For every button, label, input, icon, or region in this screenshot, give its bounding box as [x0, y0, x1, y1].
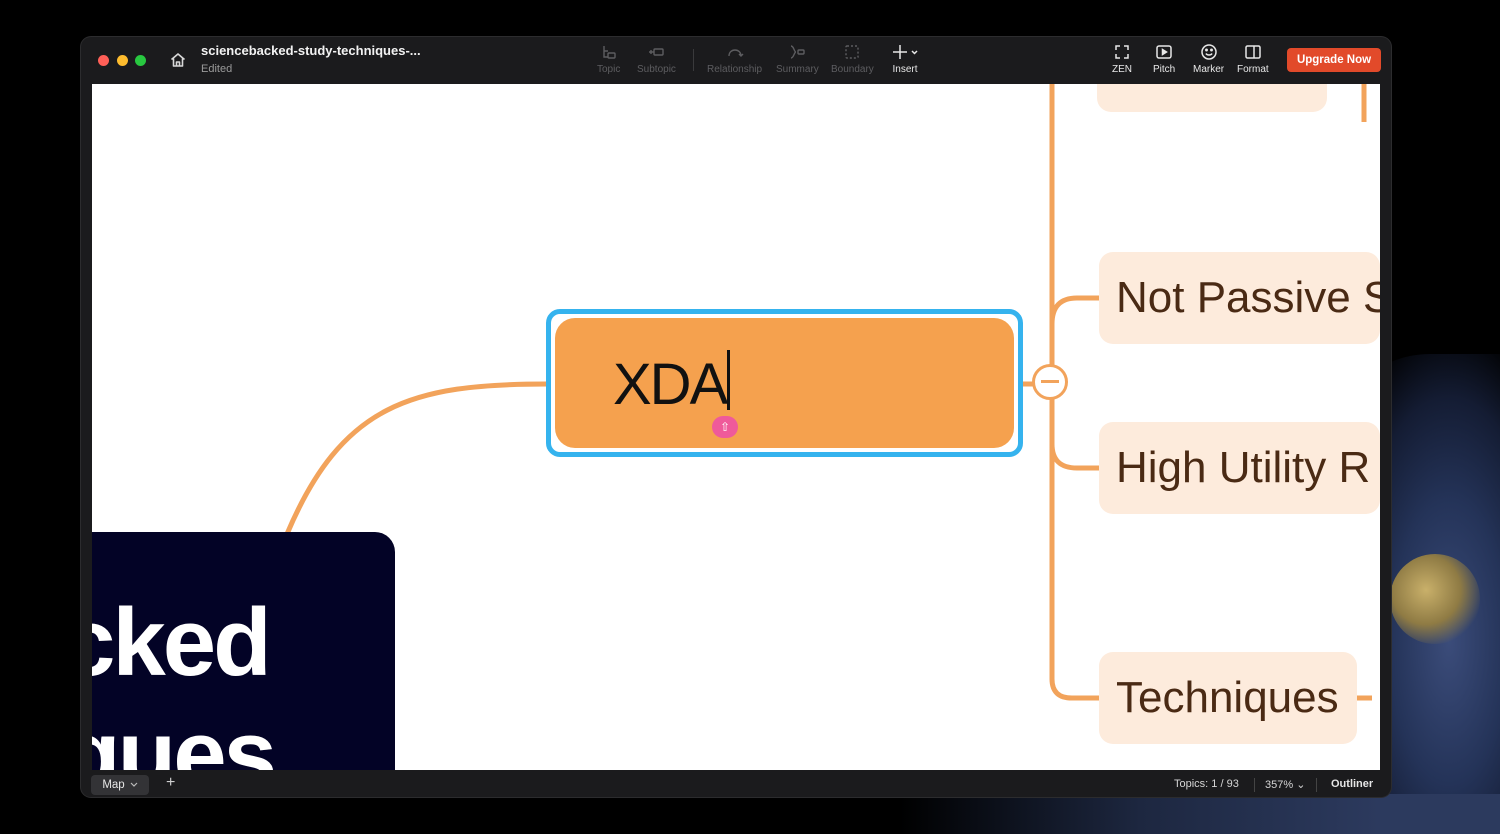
boundary-tool-button[interactable]: Boundary: [831, 43, 874, 75]
topic-text: XDA: [613, 352, 728, 417]
insert-menu-button[interactable]: Insert: [892, 43, 918, 75]
summary-tool-button[interactable]: Summary: [776, 43, 819, 75]
backdrop-floor: [900, 794, 1500, 834]
boundary-tool-label: Boundary: [831, 64, 874, 75]
fullscreen-icon: [1115, 45, 1129, 59]
topic-tool-button[interactable]: Topic: [597, 43, 620, 75]
upgrade-now-button[interactable]: Upgrade Now: [1287, 48, 1381, 72]
pitch-button[interactable]: Pitch: [1153, 43, 1175, 75]
document-title[interactable]: sciencebacked-study-techniques-...: [201, 43, 421, 58]
play-icon: [1156, 45, 1172, 59]
backdrop-decoration-highlight: [1390, 554, 1480, 644]
zoom-window-button[interactable]: [135, 55, 146, 66]
home-icon[interactable]: [169, 51, 187, 69]
summary-icon: [791, 45, 806, 59]
relationship-tool-label: Relationship: [707, 64, 763, 75]
subtopic-icon: [649, 48, 665, 56]
app-window: sciencebacked-study-techniques-... Edite…: [81, 37, 1391, 797]
marker-button[interactable]: Marker: [1193, 43, 1224, 75]
title-bar: sciencebacked-study-techniques-... Edite…: [81, 37, 1391, 84]
subtopic-node[interactable]: Techniques: [1099, 652, 1357, 744]
subtopic-node[interactable]: High Utility R: [1099, 422, 1380, 514]
zen-mode-label: ZEN: [1112, 64, 1132, 75]
plus-icon: [893, 45, 918, 59]
map-view-label: Map: [102, 779, 125, 791]
panel-icon: [1245, 45, 1261, 59]
drag-handle-icon[interactable]: ⇧: [712, 416, 738, 438]
selected-topic-node[interactable]: XDA: [555, 318, 1014, 448]
relationship-icon: [727, 49, 744, 57]
zoom-level: 357%: [1265, 779, 1294, 791]
central-topic-node[interactable]: cked ques: [92, 532, 395, 770]
subtopic-label: High Utility R: [1116, 443, 1371, 492]
topic-count: Topics: 1 / 93: [1174, 778, 1239, 790]
zen-mode-button[interactable]: ZEN: [1112, 43, 1132, 75]
format-panel-button[interactable]: Format: [1237, 43, 1269, 75]
status-divider: [1254, 778, 1255, 792]
document-status: Edited: [201, 63, 233, 75]
topic-tool-label: Topic: [597, 64, 621, 75]
zoom-level-dropdown[interactable]: 357% ⌄: [1265, 778, 1305, 791]
subtopic-tool-button[interactable]: Subtopic: [637, 43, 676, 75]
collapse-branch-button[interactable]: [1032, 364, 1068, 400]
status-bar: Map + Topics: 1 / 93 357% ⌄ Outliner: [81, 773, 1391, 797]
central-topic-line: cked: [92, 589, 272, 696]
format-panel-label: Format: [1237, 64, 1269, 75]
mind-map-canvas[interactable]: Not Passive S High Utility R Techniques …: [92, 84, 1380, 770]
status-divider: [1316, 778, 1317, 792]
subtopic-label: Not Passive S: [1116, 273, 1380, 322]
summary-tool-label: Summary: [776, 64, 819, 75]
subtopic-node-partial[interactable]: [1097, 84, 1327, 112]
topic-text-editor[interactable]: XDA: [613, 350, 731, 418]
topic-icon: [602, 46, 616, 59]
subtopic-tool-label: Subtopic: [637, 64, 676, 75]
text-cursor: [727, 350, 731, 410]
add-sheet-button[interactable]: +: [166, 774, 175, 792]
outliner-button[interactable]: Outliner: [1331, 778, 1373, 790]
boundary-icon: [845, 45, 860, 59]
relationship-tool-button[interactable]: Relationship: [707, 43, 762, 75]
subtopic-node[interactable]: Not Passive S: [1099, 252, 1380, 344]
marker-label: Marker: [1193, 64, 1225, 75]
smiley-icon: [1200, 44, 1217, 60]
chevron-down-icon: [130, 782, 138, 787]
toolbar-divider: [693, 49, 694, 71]
close-window-button[interactable]: [98, 55, 109, 66]
central-topic-text: cked ques: [92, 587, 277, 770]
subtopic-label: Techniques: [1116, 673, 1339, 722]
central-topic-line: ques: [92, 701, 277, 770]
insert-menu-label: Insert: [892, 64, 918, 75]
pitch-label: Pitch: [1153, 64, 1176, 75]
minimize-window-button[interactable]: [117, 55, 128, 66]
map-view-tab[interactable]: Map: [91, 775, 149, 795]
